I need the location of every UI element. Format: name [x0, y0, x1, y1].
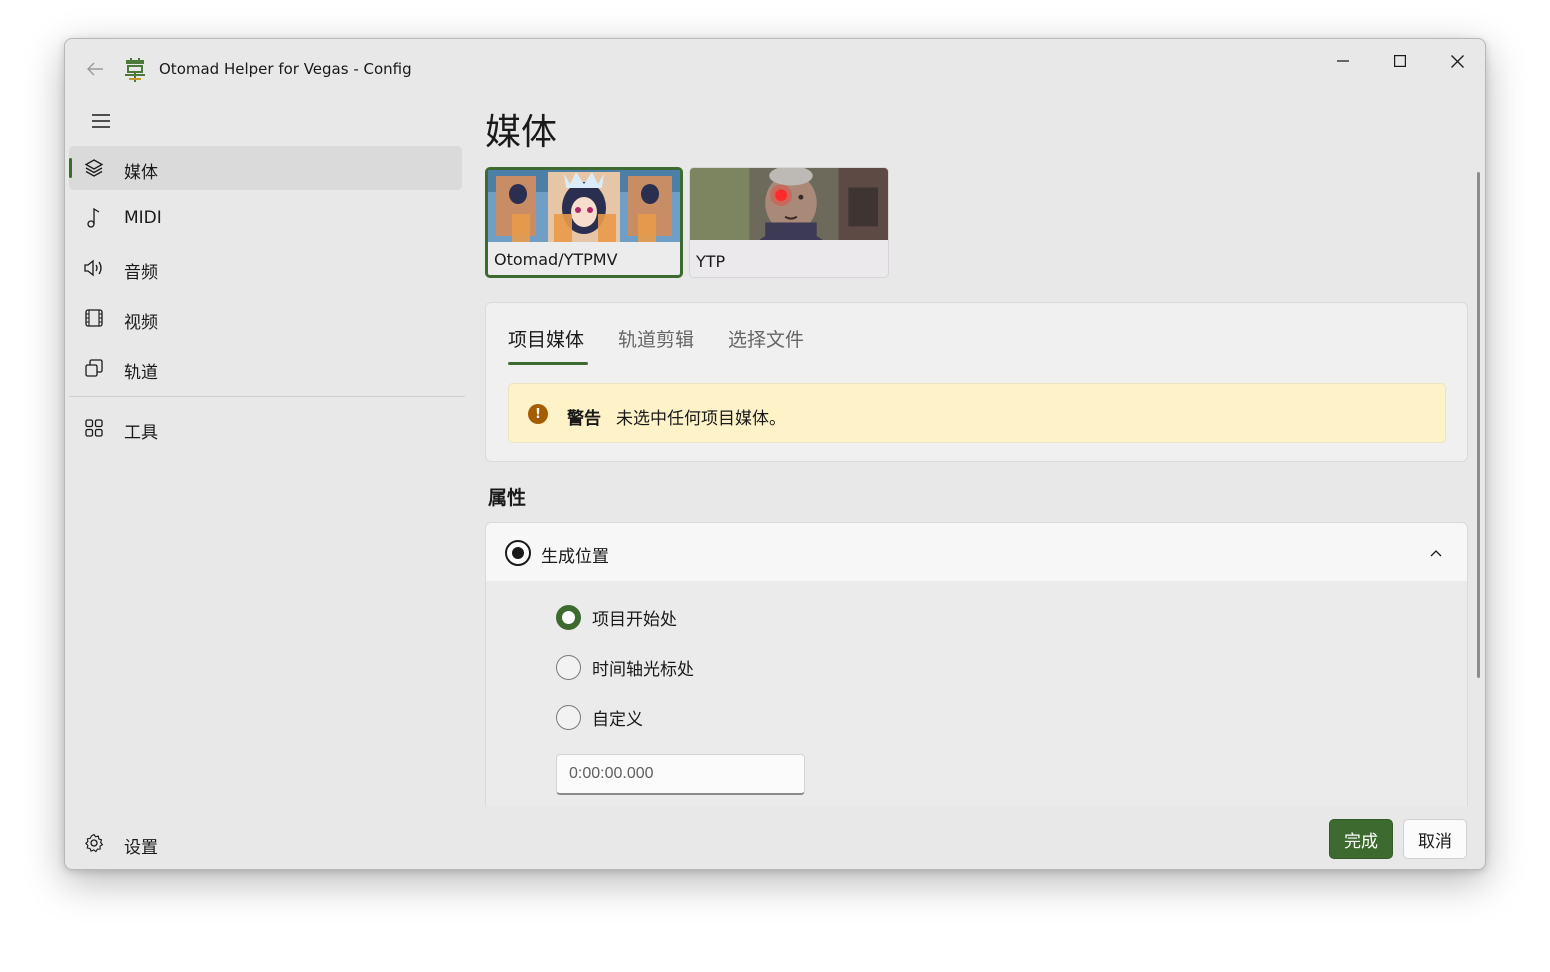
sidebar-item-settings[interactable]: 设置 [69, 821, 462, 865]
sidebar-item-label: 工具 [124, 423, 158, 443]
radio-button[interactable] [556, 605, 581, 630]
sidebar-item-tools[interactable]: 工具 [69, 406, 462, 450]
film-icon [83, 307, 105, 329]
warning-message: 未选中任何项目媒体。 [616, 409, 786, 429]
sidebar-item-label: 媒体 [124, 163, 158, 183]
radio-label: 项目开始处 [592, 610, 677, 630]
track-copy-icon [83, 357, 105, 379]
radio-project-start[interactable]: 项目开始处 [556, 605, 677, 630]
radio-button[interactable] [556, 655, 581, 680]
speaker-icon [83, 257, 105, 279]
done-button[interactable]: 完成 [1329, 819, 1393, 859]
close-icon [1450, 54, 1464, 68]
preset-card-label: Otomad/YTPMV [494, 250, 618, 269]
hamburger-icon [92, 114, 110, 128]
sidebar-item-media[interactable]: 媒体 [69, 146, 462, 190]
preset-card-label: YTP [696, 252, 726, 271]
expander-radio-icon [505, 540, 531, 566]
sidebar-item-audio[interactable]: 音频 [69, 246, 462, 290]
cancel-button[interactable]: 取消 [1403, 819, 1467, 859]
preset-thumbnail-image [488, 170, 680, 242]
selection-indicator [69, 158, 72, 178]
sidebar-item-track[interactable]: 轨道 [69, 346, 462, 390]
music-note-icon [83, 207, 105, 229]
radio-label: 自定义 [592, 710, 643, 730]
maximize-icon [1394, 55, 1406, 67]
warning-title: 警告 [567, 409, 601, 429]
sidebar-item-label: 音频 [124, 263, 158, 283]
section-title: 属性 [488, 487, 527, 509]
window-title: Otomad Helper for Vegas - Config [159, 60, 412, 78]
nav-divider [69, 396, 465, 397]
sidebar-item-label: 轨道 [124, 363, 158, 383]
back-arrow-icon [87, 62, 103, 76]
sidebar-item-video[interactable]: 视频 [69, 296, 462, 340]
source-tabs-panel: 项目媒体 轨道剪辑 选择文件 ! 警告 未选中任何项目媒体。 [485, 302, 1468, 462]
radio-button[interactable] [556, 705, 581, 730]
sidebar-item-label: 视频 [124, 313, 158, 333]
preset-card-ytp[interactable]: YTP [689, 167, 889, 278]
radio-timeline-cursor[interactable]: 时间轴光标处 [556, 655, 694, 680]
radio-custom[interactable]: 自定义 [556, 705, 643, 730]
sidebar-item-label: MIDI [124, 208, 162, 228]
tab-active-underline [508, 362, 588, 365]
maximize-button[interactable] [1372, 43, 1428, 79]
title-bar: Otomad Helper for Vegas - Config [65, 39, 1485, 101]
radio-label: 时间轴光标处 [592, 660, 694, 680]
tab-project-media[interactable]: 项目媒体 [508, 325, 584, 352]
warning-icon: ! [528, 404, 548, 424]
position-expander-body: 项目开始处 时间轴光标处 自定义 [485, 581, 1468, 806]
vertical-scrollbar[interactable] [1477, 172, 1480, 678]
app-logo-icon [123, 58, 147, 82]
custom-time-input[interactable] [556, 754, 805, 795]
gear-icon [83, 832, 105, 854]
grid-apps-icon [83, 417, 105, 439]
sidebar-item-label: 设置 [124, 838, 158, 858]
layers-icon [83, 157, 105, 179]
sidebar-item-midi[interactable]: MIDI [69, 196, 462, 240]
position-expander-header[interactable]: 生成位置 [485, 522, 1468, 582]
config-window: Otomad Helper for Vegas - Config 媒体 MIDI… [64, 38, 1486, 870]
tab-select-files[interactable]: 选择文件 [728, 325, 804, 352]
page-title: 媒体 [485, 112, 558, 153]
minimize-icon [1337, 60, 1349, 62]
minimize-button[interactable] [1315, 43, 1371, 79]
chevron-up-icon[interactable] [1426, 543, 1446, 563]
preset-thumbnail-image [690, 168, 888, 240]
tab-track-clips[interactable]: 轨道剪辑 [618, 325, 694, 352]
expander-label: 生成位置 [541, 547, 609, 567]
back-button[interactable] [81, 57, 109, 81]
close-button[interactable] [1429, 43, 1485, 79]
menu-toggle-button[interactable] [85, 105, 117, 137]
warning-infobar: ! 警告 未选中任何项目媒体。 [508, 383, 1446, 443]
preset-card-otomad[interactable]: Otomad/YTPMV [485, 167, 683, 278]
